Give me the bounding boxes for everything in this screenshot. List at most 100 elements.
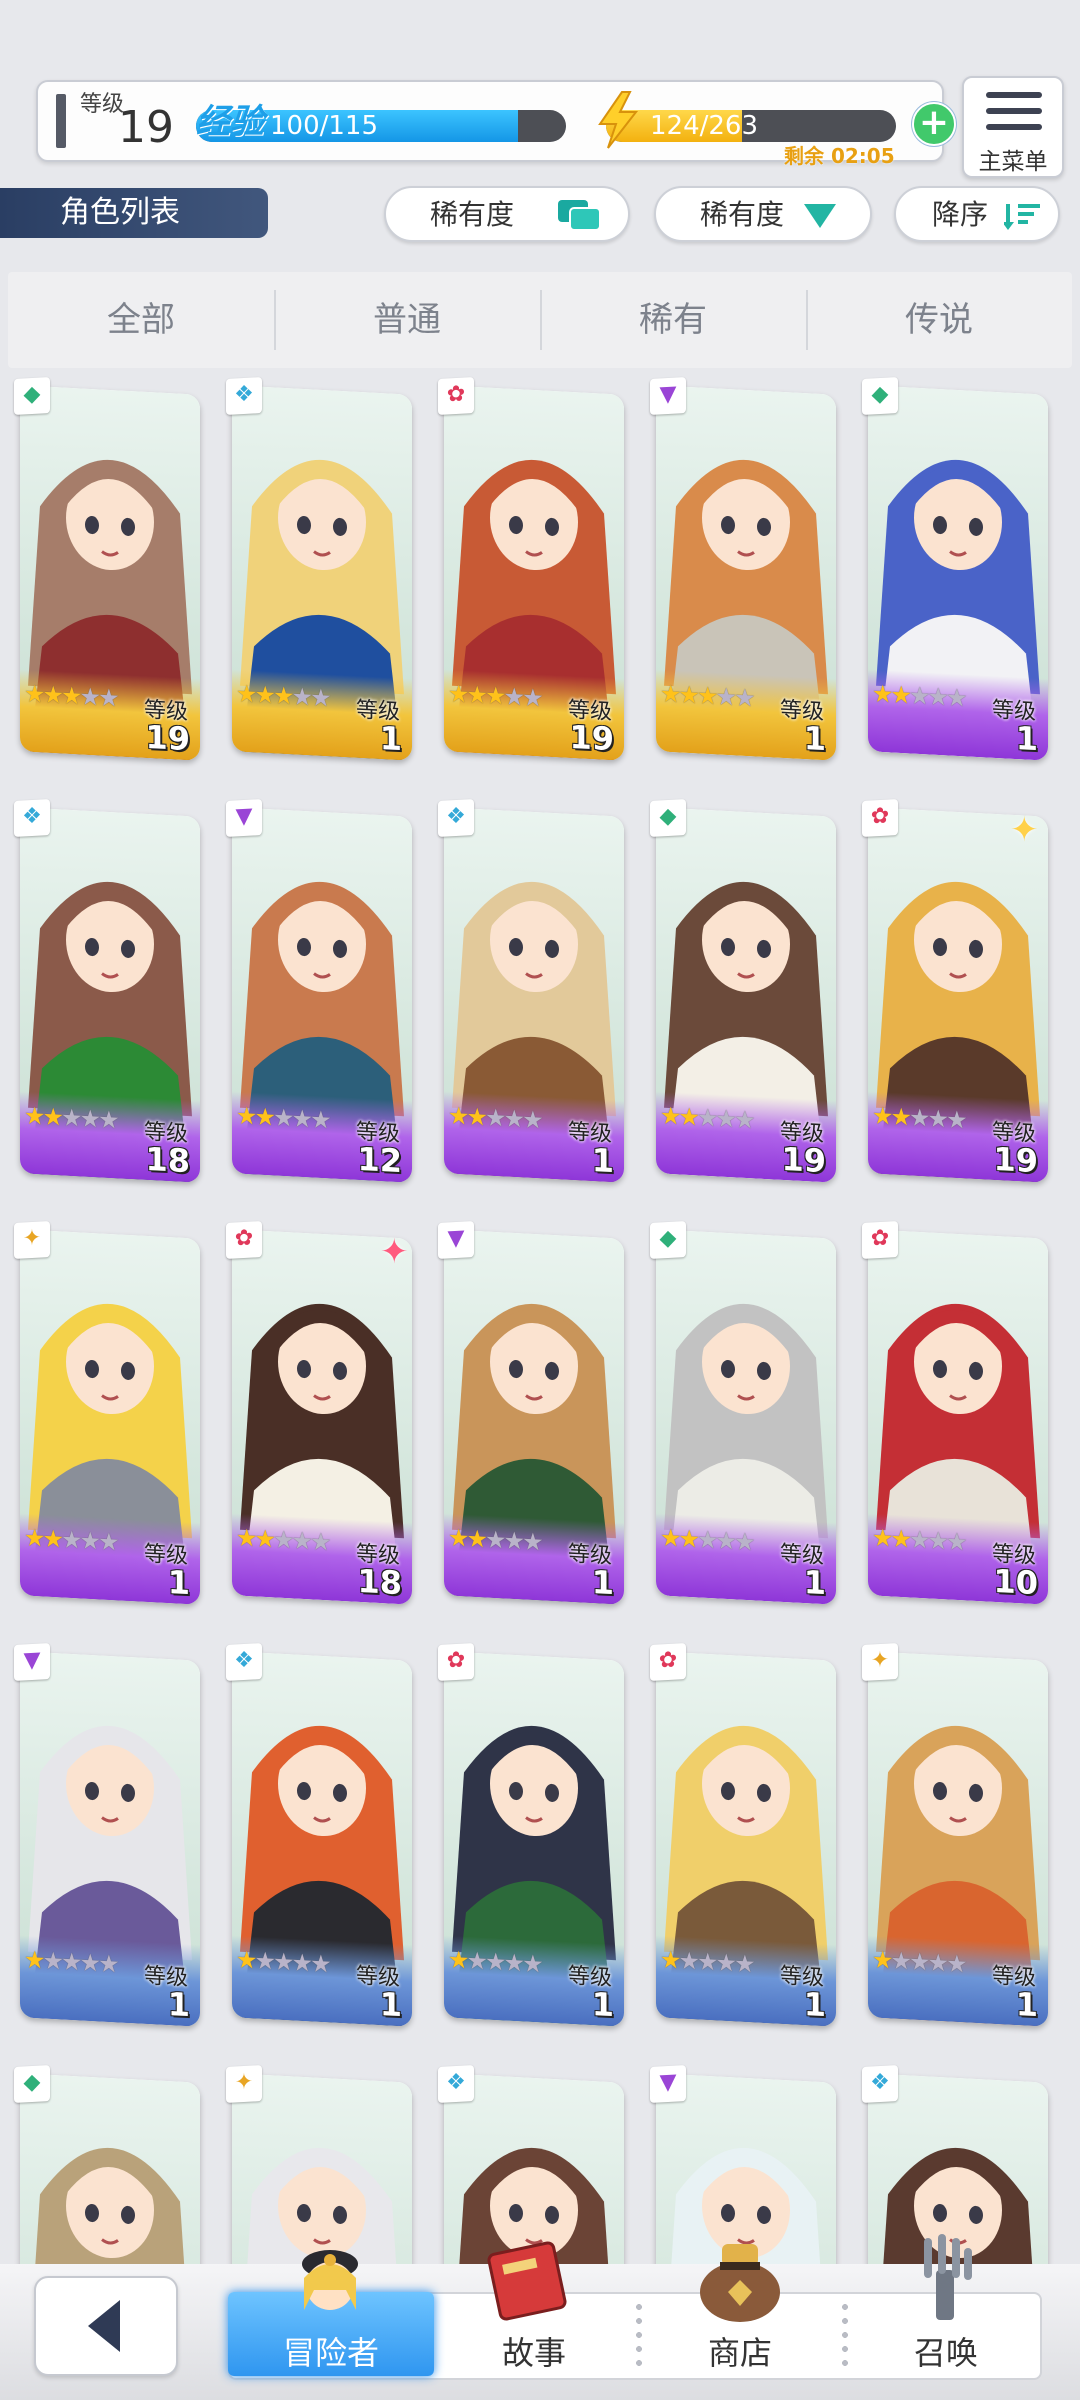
- star-filled-icon: ★: [448, 1523, 467, 1553]
- star-rating: ★★★★★: [24, 679, 117, 712]
- character-card[interactable]: ★★★★★ 等级 1: [20, 1651, 200, 2027]
- character-card[interactable]: ★★★★★ 等级 1: [20, 1229, 200, 1605]
- character-card[interactable]: ★★★★★ 等级 1: [868, 1651, 1048, 2027]
- nav-adventurer[interactable]: 冒险者: [228, 2250, 434, 2376]
- star-rating: ★★★★★: [448, 1523, 541, 1556]
- card-level-value: 1: [167, 1985, 190, 2025]
- character-card[interactable]: ★★★★★ 等级 1: [656, 1651, 836, 2027]
- star-filled-icon: ★: [448, 1101, 467, 1131]
- star-empty-icon: ★: [890, 1946, 910, 1976]
- character-card[interactable]: ★★★★★ 等级 1: [444, 1651, 624, 2027]
- star-empty-icon: ★: [61, 1947, 80, 1977]
- star-empty-icon: ★: [734, 1105, 753, 1135]
- star-filled-icon: ★: [485, 681, 504, 711]
- rarity-filter-button[interactable]: 稀有度: [384, 186, 630, 242]
- card-level-value: 1: [167, 1563, 190, 1603]
- star-empty-icon: ★: [291, 1104, 311, 1134]
- main-menu-button[interactable]: 主菜单: [962, 76, 1064, 178]
- character-card[interactable]: ★★★★★ 等级 1: [232, 1651, 412, 2027]
- element-fire-icon: ✿: [438, 1643, 474, 1681]
- character-card[interactable]: ★★★★★ 等级 19: [444, 385, 624, 761]
- character-card[interactable]: ★★★★★ 等级 1: [444, 1229, 624, 1605]
- card-level-value: 19: [781, 1139, 826, 1181]
- star-rating: ★★★★★: [236, 1945, 329, 1978]
- star-empty-icon: ★: [61, 1103, 80, 1133]
- hamburger-icon: [986, 92, 1042, 98]
- character-card[interactable]: ★★★★★ 等级 1: [444, 807, 624, 1183]
- star-filled-icon: ★: [24, 1945, 43, 1975]
- tab-legendary[interactable]: 传说: [806, 272, 1072, 368]
- star-empty-icon: ★: [715, 1526, 735, 1556]
- rarity-sort-button[interactable]: 稀有度: [654, 186, 872, 242]
- card-level-value: 1: [1015, 719, 1038, 759]
- element-wind-icon: ◆: [862, 377, 898, 415]
- star-filled-icon: ★: [42, 1524, 62, 1554]
- star-rating: ★★★★★: [448, 679, 541, 712]
- star-filled-icon: ★: [678, 1102, 698, 1132]
- star-filled-icon: ★: [678, 1524, 698, 1554]
- character-card[interactable]: ★★★★★ 等级 19: [656, 807, 836, 1183]
- tab-all[interactable]: 全部: [8, 272, 274, 368]
- nav-summon[interactable]: 召唤: [846, 2234, 1046, 2376]
- star-empty-icon: ★: [927, 1104, 947, 1134]
- star-empty-icon: ★: [909, 681, 928, 711]
- character-list-title: 角色列表: [0, 188, 268, 238]
- exp-value: 100/115: [270, 111, 379, 141]
- element-light-icon: ✦: [226, 2065, 262, 2103]
- nav-shop[interactable]: 商店: [640, 2244, 840, 2376]
- tab-rare[interactable]: 稀有: [540, 272, 806, 368]
- skeleton-hand-icon: [924, 2234, 972, 2320]
- character-card[interactable]: ★★★★★: [20, 2073, 200, 2270]
- star-empty-icon: ★: [503, 1526, 523, 1556]
- add-stamina-button[interactable]: +: [912, 102, 956, 146]
- star-empty-icon: ★: [522, 1105, 541, 1135]
- character-card[interactable]: ★★★★★ 等级 18: [20, 807, 200, 1183]
- character-card[interactable]: ★★★★★ 等级 10: [868, 1229, 1048, 1605]
- star-filled-icon: ★: [254, 680, 274, 710]
- character-card[interactable]: ★★★★★ 等级 12: [232, 807, 412, 1183]
- star-empty-icon: ★: [61, 1525, 80, 1555]
- character-card[interactable]: ★★★★★ 等级 18: [232, 1229, 412, 1605]
- character-card[interactable]: ★★★★★ 等级 19: [868, 807, 1048, 1183]
- nav-story[interactable]: 故事: [434, 2241, 634, 2376]
- character-card[interactable]: ★★★★★ 等级 19: [20, 385, 200, 761]
- card-level-value: 1: [591, 1563, 614, 1603]
- card-level-value: 10: [993, 1561, 1038, 1603]
- character-card[interactable]: ★★★★★ 等级 1: [868, 385, 1048, 761]
- star-rating: ★★★★★: [660, 1945, 753, 1978]
- star-empty-icon: ★: [909, 1103, 928, 1133]
- star-filled-icon: ★: [890, 1524, 910, 1554]
- nav-adventurer-label: 冒险者: [282, 2334, 379, 2372]
- card-level-value: 19: [145, 717, 190, 759]
- star-empty-icon: ★: [98, 1527, 117, 1557]
- star-filled-icon: ★: [236, 1101, 255, 1131]
- element-water-icon: ❖: [862, 2065, 898, 2103]
- star-filled-icon: ★: [660, 679, 679, 709]
- star-filled-icon: ★: [890, 680, 910, 710]
- main-menu-label: 主菜单: [978, 149, 1048, 175]
- player-status-bar: 等级 19 经验 100/115 124/263 剩余 02:05 +: [36, 80, 956, 168]
- star-empty-icon: ★: [466, 1946, 486, 1976]
- star-filled-icon: ★: [42, 1102, 62, 1132]
- star-empty-icon: ★: [291, 1948, 311, 1978]
- lightning-bolt-icon: [598, 91, 639, 149]
- star-rating: ★★★★★: [872, 679, 965, 712]
- order-toggle-button[interactable]: 降序: [894, 186, 1060, 242]
- star-empty-icon: ★: [678, 1946, 698, 1976]
- star-filled-icon: ★: [24, 1101, 43, 1131]
- star-filled-icon: ★: [872, 679, 891, 709]
- character-card[interactable]: ★★★★★ 等级 1: [656, 385, 836, 761]
- tab-common[interactable]: 普通: [274, 272, 540, 368]
- star-empty-icon: ★: [522, 1949, 541, 1979]
- element-fire-icon: ✿: [226, 1221, 262, 1259]
- star-rating: ★★★★★: [24, 1523, 117, 1556]
- star-filled-icon: ★: [273, 681, 292, 711]
- nav-story-label: 故事: [501, 2334, 566, 2372]
- cards-toggle-icon: [558, 200, 601, 231]
- card-level-value: 12: [357, 1139, 402, 1181]
- character-card[interactable]: ★★★★★ 等级 1: [656, 1229, 836, 1605]
- character-card[interactable]: ★★★★★ 等级 1: [232, 385, 412, 761]
- element-fire-icon: ✿: [650, 1643, 686, 1681]
- star-filled-icon: ★: [24, 679, 43, 709]
- back-button[interactable]: [34, 2276, 178, 2376]
